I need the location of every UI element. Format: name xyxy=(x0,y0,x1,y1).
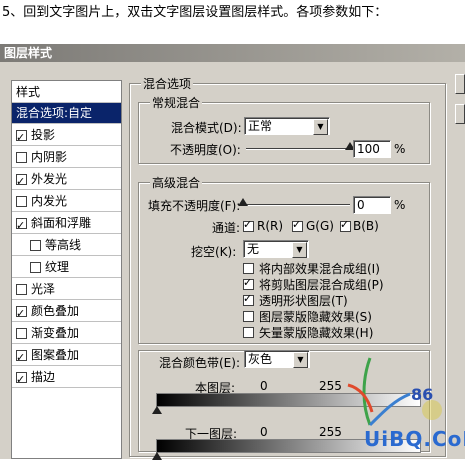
opacity-input[interactable]: 100 xyxy=(353,140,391,158)
chevron-down-icon: ▼ xyxy=(293,352,308,368)
option-blend-interior-label: 将内部效果混合成组(I) xyxy=(259,262,380,276)
option-blend-interior-checkbox[interactable] xyxy=(243,263,254,274)
sidebar-item-7[interactable]: 纹理 xyxy=(12,257,121,278)
knockout-label: 挖空(K): xyxy=(191,245,237,259)
sidebar-item-label: 颜色叠加 xyxy=(31,304,80,318)
option-blend-clipped-label: 将剪贴图层混合成组(P) xyxy=(259,278,384,292)
opacity-label: 不透明度(O): xyxy=(170,143,241,157)
this-layer-min: 0 xyxy=(260,379,268,393)
advanced-blending-title: 高级混合 xyxy=(150,174,203,191)
blend-if-select[interactable]: 灰色 ▼ xyxy=(244,350,310,368)
sidebar-item-checkbox[interactable] xyxy=(16,284,27,295)
knockout-select[interactable]: 无 ▼ xyxy=(243,240,309,258)
sidebar-item-label: 斜面和浮雕 xyxy=(31,216,92,230)
channel-b-label: B(B) xyxy=(353,219,379,233)
sidebar-item-checkbox[interactable] xyxy=(16,369,27,390)
styles-sidebar: 样式 混合选项:自定投影内阴影外发光内发光斜面和浮雕等高线纹理光泽颜色叠加渐变叠… xyxy=(11,80,122,459)
sidebar-item-label: 图案叠加 xyxy=(31,348,80,362)
sidebar-item-label: 纹理 xyxy=(45,260,70,274)
sidebar-item-label: 混合选项:自定 xyxy=(16,106,93,120)
sidebar-item-1[interactable]: 投影 xyxy=(12,125,121,148)
dialog-title: 图层样式 xyxy=(0,44,465,62)
sidebar-item-label: 等高线 xyxy=(45,238,82,252)
sidebar-item-label: 描边 xyxy=(31,370,56,384)
channel-r-checkbox[interactable] xyxy=(243,218,254,232)
option-layer-mask-hides-label: 图层蒙版隐藏效果(S) xyxy=(259,310,372,324)
blend-mode-value: 正常 xyxy=(248,119,273,133)
fill-opacity-label: 填充不透明度(F): xyxy=(148,199,241,213)
sidebar-item-label: 投影 xyxy=(31,128,56,142)
sidebar-item-6[interactable]: 等高线 xyxy=(12,235,121,256)
option-transparency-shapes-checkbox[interactable] xyxy=(243,292,254,306)
fill-slider-thumb[interactable] xyxy=(238,198,248,206)
site-logo-watermark xyxy=(347,357,442,427)
sidebar-item-label: 渐变叠加 xyxy=(31,326,80,340)
sidebar-item-checkbox[interactable] xyxy=(16,215,27,236)
sidebar-item-8[interactable]: 光泽 xyxy=(12,279,121,300)
sidebar-item-checkbox[interactable] xyxy=(16,303,27,324)
channel-g-label: G(G) xyxy=(306,219,334,233)
intro-text: 5、回到文字图片上，双击文字图层设置图层样式。各项参数如下： xyxy=(0,0,465,44)
this-layer-black-thumb[interactable] xyxy=(152,406,162,414)
watermark-site: UiBQ.CoM xyxy=(364,427,465,451)
sidebar-item-checkbox[interactable] xyxy=(30,240,41,251)
sidebar-item-checkbox[interactable] xyxy=(16,328,27,339)
blend-mode-label: 混合模式(D): xyxy=(171,121,242,135)
option-vector-mask-hides-checkbox[interactable] xyxy=(243,327,254,338)
sidebar-item-4[interactable]: 内发光 xyxy=(12,191,121,212)
sidebar-item-checkbox[interactable] xyxy=(16,347,27,368)
chevron-down-icon: ▼ xyxy=(292,242,307,258)
knockout-value: 无 xyxy=(247,242,260,256)
ok-button[interactable] xyxy=(455,74,465,94)
sidebar-header: 样式 xyxy=(12,81,121,103)
chevron-down-icon: ▼ xyxy=(313,119,328,135)
fill-opacity-input[interactable]: 0 xyxy=(353,196,391,214)
sidebar-item-label: 光泽 xyxy=(31,282,56,296)
sidebar-item-checkbox[interactable] xyxy=(16,152,27,163)
sidebar-item-label: 内阴影 xyxy=(31,150,68,164)
sidebar-item-10[interactable]: 渐变叠加 xyxy=(12,323,121,344)
watermark-86: 86 xyxy=(411,385,434,404)
cancel-button[interactable] xyxy=(455,104,465,124)
fill-opacity-unit: % xyxy=(394,198,406,212)
opacity-slider-track[interactable] xyxy=(246,148,350,150)
option-blend-clipped-checkbox[interactable] xyxy=(243,276,254,290)
underlying-layer-min: 0 xyxy=(260,425,268,439)
sidebar-item-checkbox[interactable] xyxy=(16,127,27,148)
sidebar-item-checkbox[interactable] xyxy=(16,171,27,192)
blend-mode-select[interactable]: 正常 ▼ xyxy=(244,117,330,135)
sidebar-item-label: 内发光 xyxy=(31,194,68,208)
sidebar-item-checkbox[interactable] xyxy=(30,262,41,273)
channel-b-checkbox[interactable] xyxy=(340,218,351,232)
sidebar-item-11[interactable]: 图案叠加 xyxy=(12,345,121,368)
option-vector-mask-hides-label: 矢量蒙版隐藏效果(H) xyxy=(259,326,374,340)
opacity-unit: % xyxy=(394,142,406,156)
this-layer-max: 255 xyxy=(319,379,342,393)
sidebar-item-checkbox[interactable] xyxy=(16,196,27,207)
sidebar-item-2[interactable]: 内阴影 xyxy=(12,147,121,168)
channels-label: 通道: xyxy=(212,221,241,235)
underlying-layer-max: 255 xyxy=(319,425,342,439)
blend-if-label: 混合颜色带(E): xyxy=(159,356,240,370)
option-transparency-shapes-label: 透明形状图层(T) xyxy=(259,294,348,308)
blend-options-title: 混合选项 xyxy=(141,75,194,92)
sidebar-item-label: 外发光 xyxy=(31,172,68,186)
blend-if-value: 灰色 xyxy=(248,352,273,366)
sidebar-item-5[interactable]: 斜面和浮雕 xyxy=(12,213,121,236)
channel-g-checkbox[interactable] xyxy=(292,218,303,232)
sidebar-item-3[interactable]: 外发光 xyxy=(12,169,121,192)
sidebar-item-12[interactable]: 描边 xyxy=(12,367,121,390)
general-blending-title: 常规混合 xyxy=(150,94,203,111)
sidebar-item-9[interactable]: 颜色叠加 xyxy=(12,301,121,324)
channel-r-label: R(R) xyxy=(257,219,284,233)
sidebar-item-0[interactable]: 混合选项:自定 xyxy=(12,103,121,124)
fill-slider-track[interactable] xyxy=(243,204,350,206)
option-layer-mask-hides-checkbox[interactable] xyxy=(243,311,254,322)
